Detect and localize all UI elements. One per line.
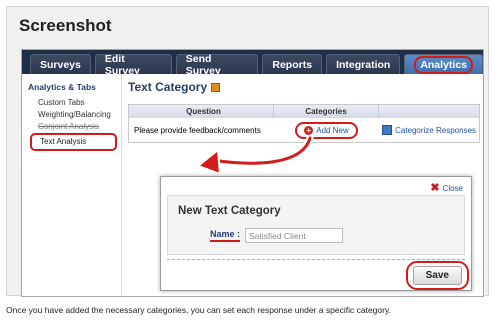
- page-title: Text Category: [128, 80, 480, 94]
- table-header: Question Categories: [129, 105, 479, 118]
- tab-surveys[interactable]: Surveys: [30, 54, 91, 74]
- edit-icon[interactable]: [211, 82, 221, 92]
- sidebar-item-weighting[interactable]: Weighting/Balancing: [28, 109, 121, 121]
- dialog-divider: [167, 259, 465, 260]
- name-row: Name : Satisfied Client: [210, 228, 344, 243]
- tab-analytics[interactable]: Analytics: [404, 54, 483, 74]
- name-input[interactable]: Satisfied Client: [245, 228, 344, 243]
- page-title-text: Text Category: [128, 80, 208, 94]
- save-button[interactable]: Save: [412, 266, 462, 285]
- screenshot-frame: Screenshot Surveys Edit Survey Send Surv…: [6, 6, 489, 297]
- caption: Once you have added the necessary catego…: [6, 305, 391, 315]
- sidebar-title: Analytics & Tabs: [28, 82, 96, 92]
- close-x-icon: ✖: [430, 182, 440, 194]
- tab-integration[interactable]: Integration: [326, 54, 401, 74]
- categorize-responses-link[interactable]: Categorize Responses: [382, 125, 476, 135]
- new-text-category-dialog: ✖ Close New Text Category Name : Satisfi…: [160, 176, 472, 291]
- header-question: Question: [129, 105, 274, 118]
- app-screenshot: Surveys Edit Survey Send Survey Reports …: [21, 49, 484, 297]
- sidebar-item-text-analysis[interactable]: Text Analysis: [30, 133, 117, 151]
- tab-reports[interactable]: Reports: [262, 54, 323, 74]
- plus-icon: +: [304, 125, 314, 135]
- main-nav: Surveys Edit Survey Send Survey Reports …: [22, 50, 483, 77]
- sidebar-item-custom-tabs[interactable]: Custom Tabs: [28, 97, 121, 109]
- sidebar: Analytics & Tabs Custom Tabs Weighting/B…: [22, 74, 122, 296]
- dialog-body: New Text Category Name : Satisfied Clien…: [167, 195, 465, 255]
- close-label: Close: [442, 183, 463, 193]
- save-highlight: Save: [405, 261, 469, 290]
- actions-cell: Categorize Responses: [379, 118, 479, 142]
- header-categories: Categories: [274, 105, 379, 118]
- close-button[interactable]: ✖ Close: [430, 182, 463, 194]
- categorize-icon: [382, 125, 393, 135]
- main-content: Text Category Question Categories Please…: [128, 80, 480, 143]
- name-label: Name :: [210, 229, 241, 242]
- header-actions: [379, 105, 479, 118]
- sidebar-item-conjoint[interactable]: Conjoint Analysis: [28, 121, 121, 133]
- add-new-label: Add New: [316, 125, 349, 135]
- tab-edit-survey[interactable]: Edit Survey: [94, 53, 172, 77]
- dialog-title: New Text Category: [178, 205, 281, 217]
- tab-send-survey[interactable]: Send Survey: [175, 53, 259, 77]
- categorize-label: Categorize Responses: [395, 125, 476, 135]
- frame-title: Screenshot: [19, 16, 112, 35]
